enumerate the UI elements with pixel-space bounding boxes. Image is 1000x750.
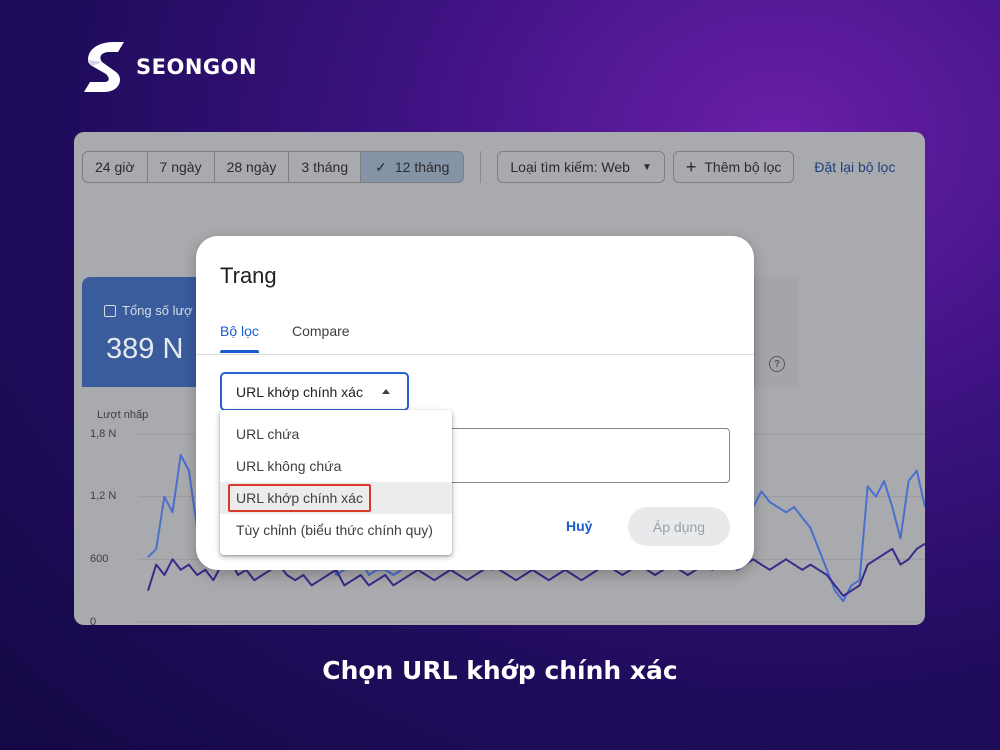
caret-up-icon bbox=[382, 389, 390, 394]
apply-button[interactable]: Áp dụng bbox=[628, 507, 730, 546]
menu-item-url-contains[interactable]: URL chứa bbox=[220, 418, 452, 450]
caption: Chọn URL khớp chính xác bbox=[322, 656, 678, 685]
tab-compare[interactable]: Compare bbox=[292, 323, 350, 339]
menu-item-label: URL không chứa bbox=[236, 458, 342, 474]
menu-item-label: Tùy chỉnh (biểu thức chính quy) bbox=[236, 522, 433, 538]
brand-name: SEONGON bbox=[136, 55, 258, 79]
y-tick-label: 0 bbox=[90, 616, 97, 625]
dialog-title: Trang bbox=[220, 263, 277, 288]
menu-item-url-not-contains[interactable]: URL không chứa bbox=[220, 450, 452, 482]
chart-y-title: Lượt nhấp bbox=[97, 409, 149, 421]
filter-type-menu: URL chứa URL không chứa URL khớp chính x… bbox=[220, 410, 452, 555]
filter-type-value: URL khớp chính xác bbox=[236, 383, 363, 400]
brand: SEONGON bbox=[80, 38, 257, 96]
cancel-button[interactable]: Huỷ bbox=[566, 518, 592, 534]
menu-item-label: URL chứa bbox=[236, 426, 300, 442]
seongon-logo-icon bbox=[84, 42, 124, 92]
tab-filter[interactable]: Bộ lọc bbox=[220, 323, 259, 339]
y-tick-label: 600 bbox=[90, 553, 109, 565]
active-tab-indicator bbox=[220, 350, 259, 353]
y-tick-label: 1,2 N bbox=[90, 490, 117, 502]
url-input[interactable] bbox=[441, 428, 730, 483]
menu-item-url-exact[interactable]: URL khớp chính xác bbox=[220, 482, 452, 514]
menu-item-label: URL khớp chính xác bbox=[228, 484, 371, 512]
filter-type-select[interactable]: URL khớp chính xác bbox=[220, 372, 409, 411]
y-tick-label: 1,8 N bbox=[90, 428, 117, 440]
menu-item-custom-regex[interactable]: Tùy chỉnh (biểu thức chính quy) bbox=[220, 514, 452, 546]
tab-divider bbox=[196, 354, 754, 355]
